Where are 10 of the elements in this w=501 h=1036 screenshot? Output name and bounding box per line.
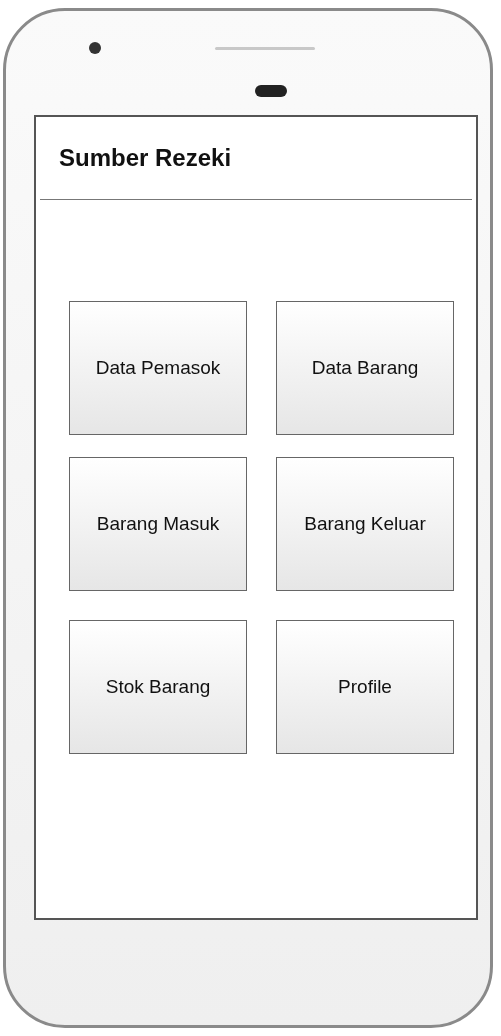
menu-button[interactable]: Barang Masuk [69, 457, 247, 591]
earpiece-icon [255, 85, 287, 97]
menu-button[interactable]: Profile [276, 620, 454, 754]
menu-button[interactable]: Stok Barang [69, 620, 247, 754]
app-title: Sumber Rezeki [59, 144, 232, 172]
menu-button[interactable]: Data Pemasok [69, 301, 247, 435]
speaker-slot-icon [215, 46, 315, 50]
menu-button[interactable]: Barang Keluar [276, 457, 454, 591]
camera-icon [89, 42, 101, 54]
menu-button[interactable]: Data Barang [276, 301, 454, 435]
